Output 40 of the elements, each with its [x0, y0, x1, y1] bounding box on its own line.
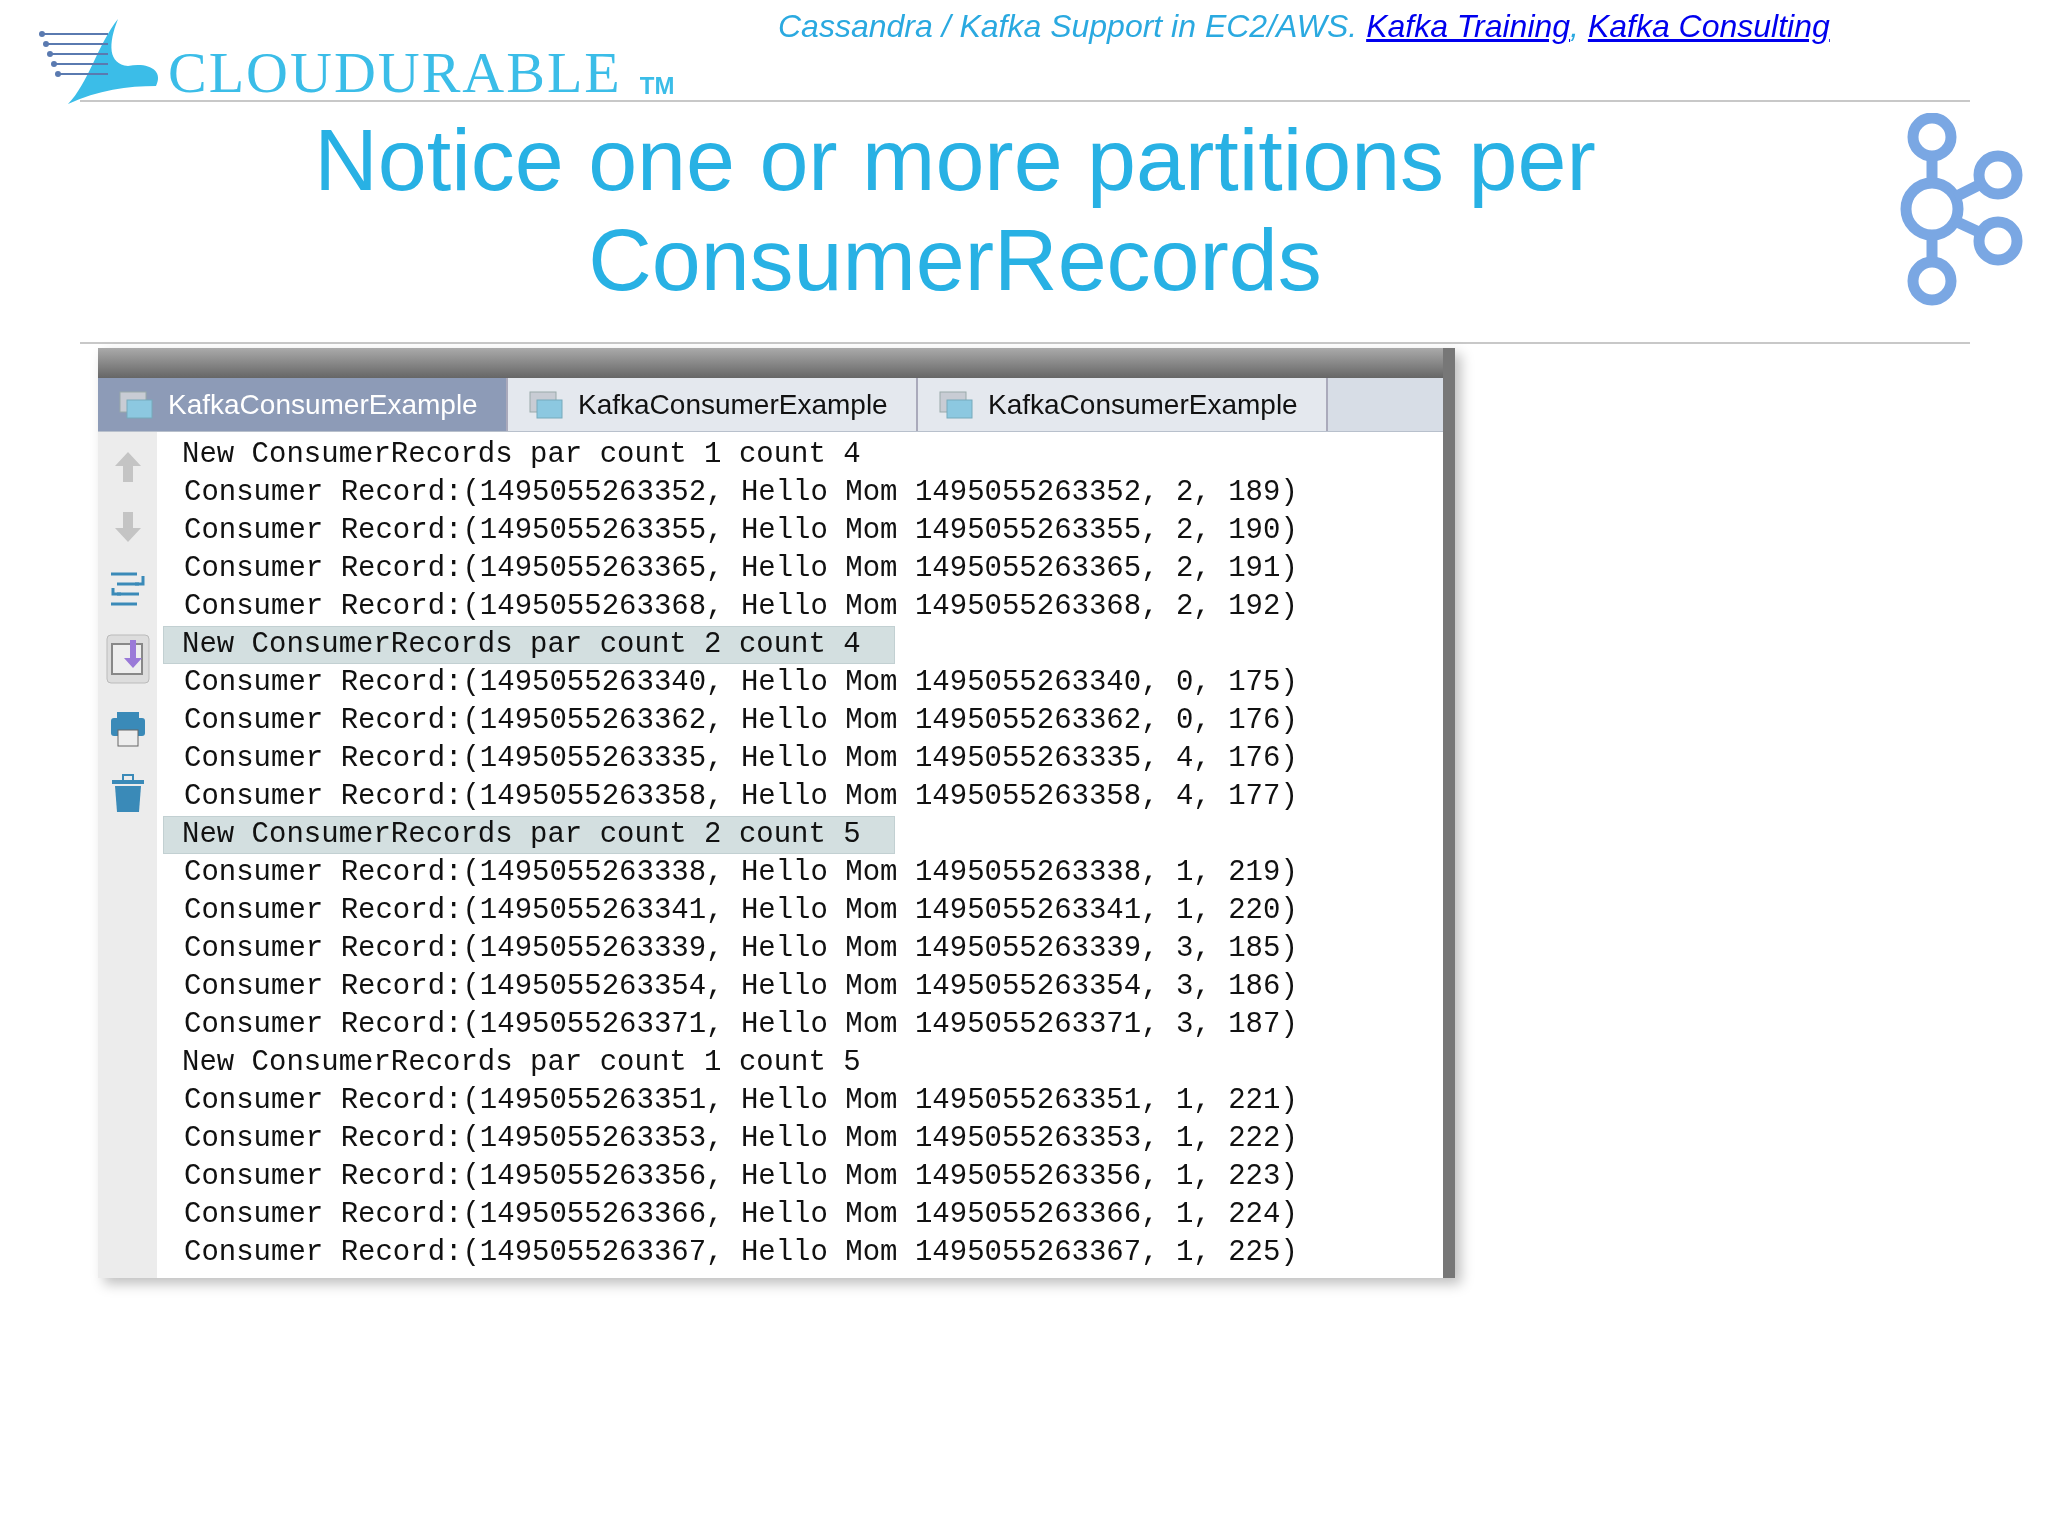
trademark-mark: TM [639, 72, 675, 100]
slide-title: Notice one or more partitions per ConsumerRecords [313, 110, 1597, 310]
console-tab[interactable]: KafkaConsumerExample [918, 378, 1328, 431]
console-record-line: Consumer Record:(1495055263335, Hello Mom 1495055263335, 4, 176) [183, 741, 1299, 777]
console-record-line: Consumer Record:(1495055263371, Hello Mom 1495055263371, 3, 187) [183, 1007, 1299, 1043]
network-nodes-icon [1900, 113, 2024, 307]
console-record-line: Consumer Record:(1495055263354, Hello Mom 1495055263354, 3, 186) [183, 969, 1299, 1005]
logo-text: CLOUDURABLE [168, 44, 622, 102]
console-record-line: Consumer Record:(1495055263341, Hello Mom 1495055263341, 1, 220) [183, 893, 1299, 929]
console-record-line: Consumer Record:(1495055263351, Hello Mom 1495055263351, 1, 221) [183, 1083, 1299, 1119]
console-record-line: Consumer Record:(1495055263367, Hello Mom 1495055263367, 1, 225) [183, 1235, 1299, 1271]
consulting-link[interactable]: Kafka Consulting [1587, 8, 1830, 44]
soft-wrap-icon[interactable] [108, 570, 147, 608]
console-record-line: Consumer Record:(1495055263339, Hello Mom 1495055263339, 3, 185) [183, 931, 1299, 967]
console-record-line: Consumer Record:(1495055263368, Hello Mom 1495055263368, 2, 192) [183, 589, 1299, 625]
console-record-line: Consumer Record:(1495055263353, Hello Mom 1495055263353, 1, 222) [183, 1121, 1299, 1157]
trash-icon[interactable] [109, 774, 146, 814]
console-record-line: Consumer Record:(1495055263355, Hello Mom 1495055263355, 2, 190) [183, 513, 1299, 549]
console-tab[interactable]: KafkaConsumerExample [508, 378, 918, 431]
console-record-line: Consumer Record:(1495055263358, Hello Mom 1495055263358, 4, 177) [183, 779, 1299, 815]
scroll-to-end-icon[interactable] [105, 634, 150, 684]
console-header-line: New ConsumerRecords par count 1 count 4 [181, 437, 862, 473]
tagline: Cassandra / Kafka Support in EC2/AWS. [778, 8, 1359, 44]
tab-label: KafkaConsumerExample [988, 388, 1298, 421]
console-record-line: Consumer Record:(1495055263366, Hello Mom 1495055263366, 1, 224) [183, 1197, 1299, 1233]
console-record-line: Consumer Record:(1495055263340, Hello Mom 1495055263340, 0, 175) [183, 665, 1299, 701]
training-link[interactable]: Kafka Training [1366, 8, 1571, 44]
tab-label: KafkaConsumerExample [168, 388, 478, 421]
window-icon [938, 389, 974, 420]
tab-label: KafkaConsumerExample [578, 388, 888, 421]
window-icon [528, 389, 564, 420]
console-record-line: Consumer Record:(1495055263362, Hello Mom 1495055263362, 0, 176) [183, 703, 1299, 739]
console-record-line: Consumer Record:(1495055263356, Hello Mom 1495055263356, 1, 223) [183, 1159, 1299, 1195]
window-icon [118, 389, 154, 420]
console-header-line: New ConsumerRecords par count 1 count 5 [181, 1045, 862, 1081]
printer-icon[interactable] [108, 710, 147, 748]
console-record-line: Consumer Record:(1495055263338, Hello Mom 1495055263338, 1, 219) [183, 855, 1299, 891]
console-record-line: Consumer Record:(1495055263352, Hello Mom 1495055263352, 2, 189) [183, 475, 1299, 511]
console-record-line: Consumer Record:(1495055263365, Hello Mom 1495055263365, 2, 191) [183, 551, 1299, 587]
separator-text: , [1570, 8, 1580, 44]
